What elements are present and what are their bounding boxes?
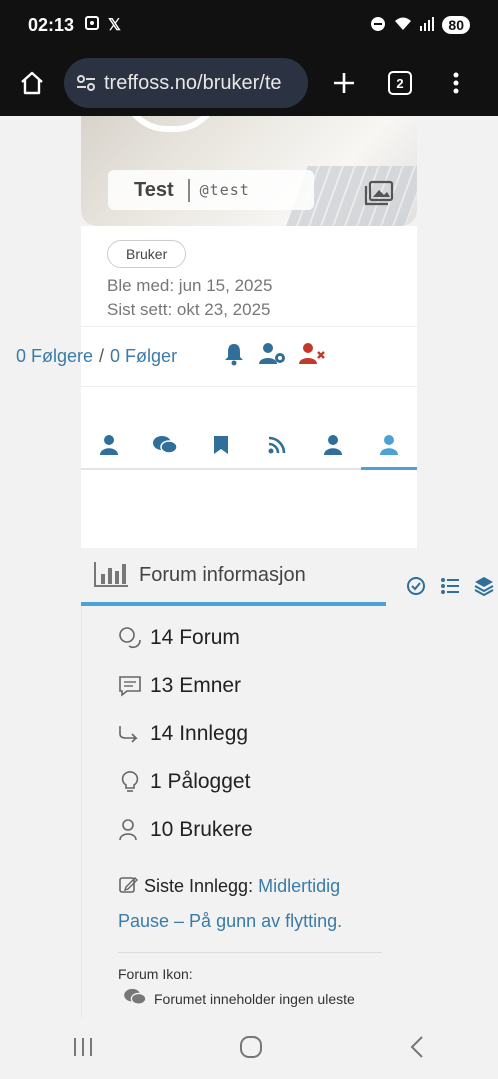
list-view-button[interactable] — [440, 576, 460, 601]
profile-tabs — [81, 422, 417, 470]
divider — [118, 952, 382, 953]
signal-icon — [420, 16, 435, 34]
status-bar: 02:13 𝕏 80 — [0, 0, 498, 50]
user-outline-icon — [118, 818, 142, 842]
avatar — [121, 116, 221, 132]
tab-panel-spacer — [81, 470, 417, 548]
following-link[interactable]: 0 Følger — [110, 346, 177, 366]
forum-icon-legend: Forumet inneholder ingen uleste — [124, 988, 355, 1009]
address-bar[interactable]: treffoss.no/bruker/te — [64, 58, 308, 108]
block-user-button[interactable] — [298, 342, 326, 371]
site-settings-icon[interactable] — [76, 73, 96, 93]
home-nav-button[interactable] — [239, 1035, 263, 1064]
tab-feed[interactable] — [249, 422, 305, 470]
edit-icon — [118, 873, 138, 905]
followers-link[interactable]: 0 Følgere — [16, 346, 93, 366]
reply-arrow-icon — [118, 722, 142, 746]
latest-post-label: Siste Innlegg: — [144, 876, 254, 896]
tab-profile[interactable] — [81, 422, 137, 470]
lightbulb-icon — [118, 770, 142, 794]
home-icon — [21, 71, 43, 95]
tab-about[interactable] — [305, 422, 361, 470]
profile-display-name: Test — [108, 178, 190, 202]
system-navigation-bar — [0, 1019, 498, 1079]
back-button[interactable] — [408, 1035, 426, 1064]
rss-icon — [268, 436, 286, 454]
tab-forum-info[interactable] — [361, 422, 417, 470]
tab-count: 2 — [388, 71, 412, 95]
menu-button[interactable] — [436, 63, 476, 103]
tab-switcher-button[interactable]: 2 — [380, 63, 420, 103]
profile-handle: @test — [199, 181, 250, 199]
user-remove-icon — [299, 343, 325, 364]
role-badge: Bruker — [107, 240, 187, 268]
layers-icon — [474, 577, 494, 597]
browser-toolbar: treffoss.no/bruker/te 2 — [0, 50, 498, 116]
joined-date: Ble med: jun 15, 2025 — [107, 276, 273, 295]
screenshot-icon — [84, 15, 100, 36]
user-cog-icon — [259, 343, 285, 364]
topics-icon — [118, 674, 142, 698]
follow-separator: / — [99, 346, 105, 366]
battery-indicator: 80 — [442, 16, 470, 34]
comments-icon — [124, 988, 147, 1009]
user-settings-button[interactable] — [258, 342, 286, 371]
forum-info-header: Forum informasjon — [81, 548, 417, 606]
image-gallery-icon — [364, 180, 394, 206]
plus-icon — [334, 73, 354, 93]
user-icon — [324, 435, 342, 455]
last-seen-date: Sist sett: okt 23, 2025 — [107, 300, 271, 319]
profile-name-card: Test @test — [108, 170, 314, 210]
stat-online: 1 Pålogget — [118, 770, 250, 794]
bar-chart-icon — [93, 560, 129, 593]
stat-topics: 13 Emner — [118, 674, 241, 698]
check-circle-button[interactable] — [406, 576, 426, 601]
more-vertical-icon — [453, 72, 459, 94]
url-text: treffoss.no/bruker/te — [104, 71, 282, 94]
tab-discussions[interactable] — [137, 422, 193, 470]
stat-posts: 14 Innlegg — [118, 722, 248, 746]
back-chevron-icon — [410, 1035, 423, 1058]
x-app-icon: 𝕏 — [108, 17, 121, 34]
stat-users: 10 Brukere — [118, 818, 253, 842]
new-tab-button[interactable] — [324, 63, 364, 103]
wifi-icon — [394, 16, 412, 35]
page-content: Test @test Bruker Ble med: jun 15, 2025 … — [0, 116, 498, 1019]
latest-post: Siste Innlegg: Midlertidig Pause – På gu… — [118, 870, 378, 937]
dnd-icon — [370, 16, 386, 35]
profile-actions — [222, 342, 326, 371]
follow-counts: 0 Følgere /0 Følger — [16, 346, 177, 367]
forum-view-options — [406, 576, 494, 601]
chat-bubbles-icon — [118, 626, 142, 650]
status-time: 02:13 — [28, 14, 75, 35]
bell-icon — [225, 344, 243, 366]
home-button[interactable] — [12, 63, 52, 103]
circle-home-icon — [239, 1035, 262, 1058]
notify-button[interactable] — [222, 342, 246, 371]
list-icon — [441, 578, 459, 594]
forum-info-title: Forum informasjon — [139, 564, 306, 586]
layers-button[interactable] — [474, 576, 494, 601]
forum-icons-title: Forum Ikon: — [118, 966, 193, 982]
cover-gallery-button[interactable] — [364, 180, 394, 211]
divider — [81, 386, 417, 387]
stat-forums: 14 Forum — [118, 626, 240, 650]
user-icon — [380, 434, 398, 455]
tab-bookmarks[interactable] — [193, 422, 249, 470]
divider — [81, 326, 417, 327]
recent-apps-button[interactable] — [72, 1036, 94, 1063]
recent-apps-icon — [74, 1037, 93, 1056]
forum-icon-description: Forumet inneholder ingen uleste — [154, 990, 355, 1007]
comments-icon — [153, 436, 177, 454]
bookmark-icon — [214, 436, 228, 454]
check-circle-icon — [407, 577, 425, 595]
user-icon — [100, 435, 118, 455]
forum-stats: 14 Forum 13 Emner 14 Innlegg 1 Pålogget … — [81, 606, 417, 1019]
